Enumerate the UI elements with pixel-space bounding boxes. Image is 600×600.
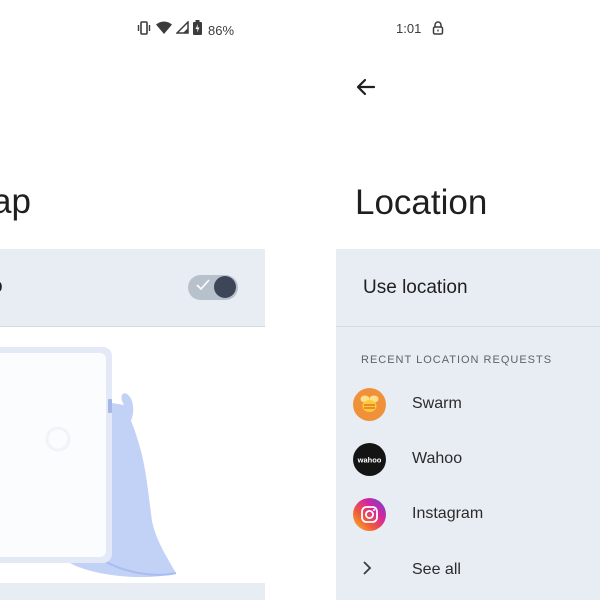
toggle-thumb [214,276,236,298]
chevron-right-icon [363,561,372,575]
section-header: RECENT LOCATION REQUESTS [361,354,553,366]
battery-charging-icon [193,20,202,40]
swarm-icon [353,388,386,421]
page-title: Location [355,183,488,222]
use-location-label: Use location [363,277,468,298]
wahoo-icon-text: wahoo [357,456,382,465]
status-bar-icons: 86% [136,20,234,40]
app-row-instagram[interactable]: Instagram [336,497,600,547]
wifi-icon [156,21,172,39]
phone-in-hand-illustration [0,347,177,578]
bottom-panel-edge [0,583,265,600]
status-time: 1:01 [396,21,422,36]
feature-toggle[interactable] [188,274,238,301]
phone-screen [0,353,106,557]
see-all-row[interactable]: See all [336,553,600,600]
check-icon [196,279,210,291]
right-screen: 1:01 Location Use location RECENT LOCATI… [336,0,600,600]
app-name: Swarm [412,395,462,412]
app-row-wahoo[interactable]: wahoo Wahoo [336,442,600,492]
cell-signal-icon [175,20,189,39]
battery-percent: 86% [208,22,235,38]
instagram-icon [353,498,386,531]
vibrate-icon [136,20,152,40]
wahoo-icon: wahoo [353,443,386,476]
app-row-swarm[interactable]: Swarm [336,387,600,437]
app-name: Wahoo [412,450,463,467]
phone-side-button [108,399,112,413]
left-screen: 86% ap o [0,0,265,600]
back-arrow-icon[interactable] [354,74,380,100]
page-title: ap [0,182,31,221]
lock-icon [432,21,444,40]
use-location-row[interactable]: Use location [336,249,600,327]
toggle-row-label: o [0,276,3,298]
see-all-label: See all [412,561,461,578]
app-name: Instagram [412,505,484,522]
recent-requests-list: RECENT LOCATION REQUESTS Swarm wahoo Wah… [336,327,600,600]
